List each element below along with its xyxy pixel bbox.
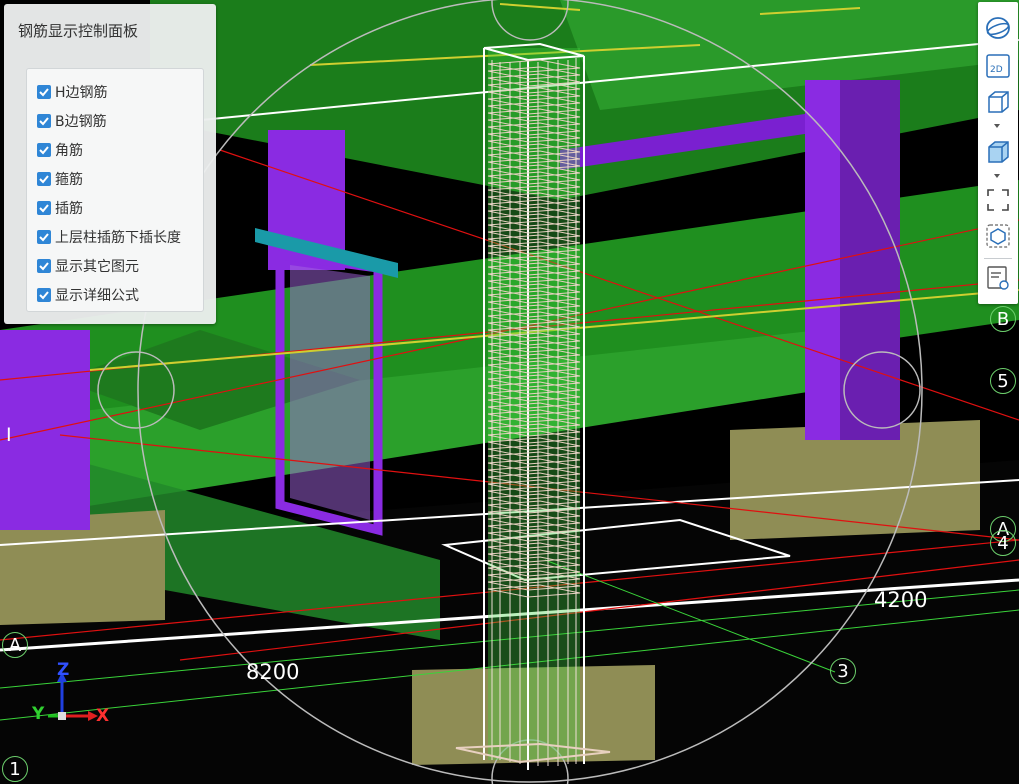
properties-view-icon[interactable] — [984, 264, 1012, 292]
view-2d-label: 2D — [990, 65, 1003, 75]
option-h-side-rebar[interactable]: H边钢筋 — [27, 77, 203, 106]
axis-bubble-3: 3 — [830, 658, 856, 684]
option-b-side-rebar[interactable]: B边钢筋 — [27, 106, 203, 135]
dimension-label-left: 8200 — [246, 660, 300, 684]
coordinate-indicator: Z Y X — [30, 660, 120, 734]
checkbox-show-other-elements[interactable] — [37, 258, 51, 273]
caret-down-icon[interactable] — [992, 122, 1002, 130]
panel-title: 钢筋显示控制面板 — [18, 22, 139, 40]
option-show-detailed-formula[interactable]: 显示详细公式 — [27, 280, 203, 309]
axis-bubble-1: 1 — [2, 756, 28, 782]
view-toolbar: 2D — [978, 2, 1018, 304]
fit-view-icon[interactable] — [984, 222, 1012, 250]
zoom-extents-icon[interactable] — [984, 186, 1012, 214]
option-corner-rebar[interactable]: 角筋 — [27, 135, 203, 164]
rebar-display-panel: 钢筋显示控制面板 H边钢筋 B边钢筋 角筋 箍筋 插筋 上层柱插筋下插长度 显示… — [4, 4, 216, 324]
toolbar-separator — [984, 258, 1012, 259]
option-label: 箍筋 — [55, 171, 83, 188]
option-label: 插筋 — [55, 200, 83, 217]
option-list: H边钢筋 B边钢筋 角筋 箍筋 插筋 上层柱插筋下插长度 显示其它图元 显示详细… — [26, 68, 204, 312]
checkbox-h-side-rebar[interactable] — [37, 84, 51, 99]
option-dowel[interactable]: 插筋 — [27, 193, 203, 222]
axis-label-i: I — [6, 424, 12, 446]
option-label: 上层柱插筋下插长度 — [55, 229, 181, 246]
view-2d-icon[interactable]: 2D — [984, 52, 1012, 80]
checkbox-corner-rebar[interactable] — [37, 142, 51, 157]
checkbox-show-detailed-formula[interactable] — [37, 287, 51, 302]
z-axis-label: Z — [57, 660, 70, 680]
orbit-icon[interactable] — [984, 14, 1012, 42]
option-upper-dowel-length[interactable]: 上层柱插筋下插长度 — [27, 222, 203, 251]
option-label: 显示其它图元 — [55, 258, 139, 275]
axis-bubble-5: 5 — [990, 368, 1016, 394]
option-label: B边钢筋 — [55, 113, 107, 130]
x-axis-label: X — [96, 706, 110, 726]
checkbox-dowel[interactable] — [37, 200, 51, 215]
option-stirrup[interactable]: 箍筋 — [27, 164, 203, 193]
y-axis-label: Y — [32, 704, 45, 724]
option-label: 角筋 — [55, 142, 83, 159]
option-label: 显示详细公式 — [55, 287, 139, 304]
caret-down-icon[interactable] — [992, 172, 1002, 180]
checkbox-stirrup[interactable] — [37, 171, 51, 186]
wireframe-box-icon[interactable] — [984, 88, 1012, 116]
checkbox-b-side-rebar[interactable] — [37, 113, 51, 128]
dimension-label-right: 4200 — [874, 588, 928, 612]
checkbox-upper-dowel-length[interactable] — [37, 229, 51, 244]
option-show-other-elements[interactable]: 显示其它图元 — [27, 251, 203, 280]
axis-bubble-b: B — [990, 306, 1016, 332]
axis-bubble-a-left: A — [2, 632, 28, 658]
option-label: H边钢筋 — [55, 84, 108, 101]
axis-bubble-4: 4 — [990, 530, 1016, 556]
solid-box-icon[interactable] — [984, 138, 1012, 166]
